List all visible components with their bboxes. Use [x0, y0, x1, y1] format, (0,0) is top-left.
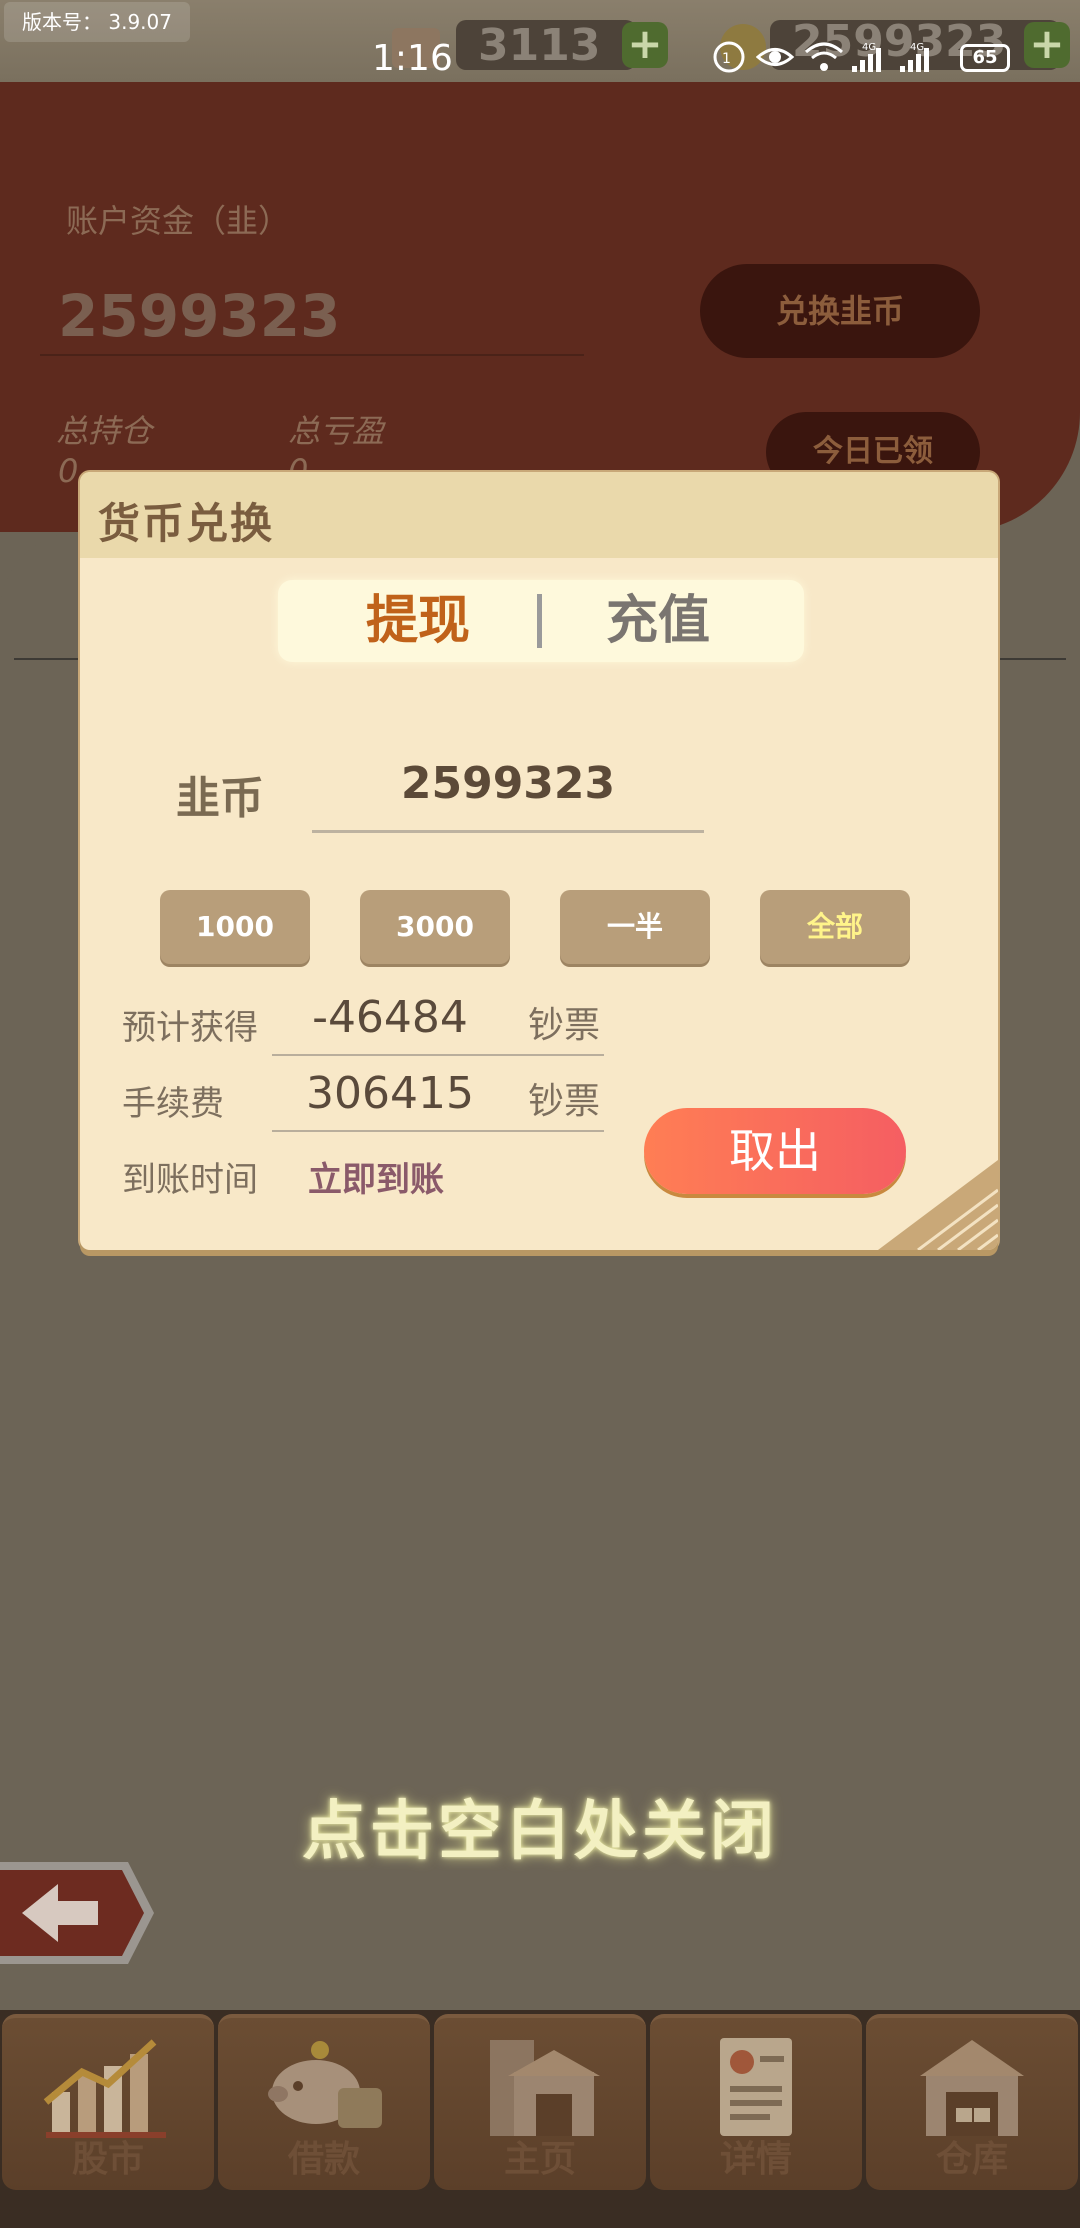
signal-icon-1: 4G — [852, 42, 881, 72]
box-count: 3113 — [478, 20, 601, 71]
warehouse-icon — [920, 2040, 1024, 2136]
nav-label-warehouse: 仓库 — [935, 2139, 1008, 2180]
tab-recharge[interactable]: 充值 — [558, 588, 758, 654]
battery-indicator: 65 — [960, 44, 1010, 72]
expected-gain-underline — [272, 1054, 604, 1056]
back-arrow-button[interactable] — [0, 1858, 156, 1968]
corner-decoration — [878, 1160, 998, 1250]
svg-text:4G: 4G — [910, 42, 924, 53]
screen: 版本号： 3.9.07 3113 + 2599323 + 1:16 1 4G 4… — [0, 0, 1080, 2228]
tab-withdraw[interactable]: 提现 — [318, 588, 518, 654]
svg-text:4G: 4G — [862, 42, 876, 53]
coin-input-underline — [312, 830, 704, 833]
arrival-time-value: 立即到账 — [308, 1160, 444, 1200]
total-holdings-value: 0 — [58, 452, 79, 490]
exchange-coin-button[interactable]: 兑换韭币 — [700, 264, 980, 358]
status-icons: 1 4G 4G 65 — [712, 40, 1052, 80]
expected-gain-value: -46484 — [312, 992, 468, 1043]
piggy-bank-icon — [268, 2041, 382, 2128]
arrival-time-label: 到账时间 — [122, 1160, 258, 1200]
stock-chart-icon — [43, 2039, 166, 2138]
fee-label: 手续费 — [122, 1084, 224, 1124]
coin-amount-input[interactable]: 2599323 — [312, 748, 704, 820]
nav-label-details: 详情 — [719, 2139, 792, 2180]
signal-icon-2: 4G — [900, 42, 929, 72]
dialog-title: 货币兑换 — [98, 499, 275, 548]
balance-underline — [40, 354, 584, 356]
quick-amount-1000-button[interactable]: 1000 — [160, 890, 310, 964]
home-building-icon — [490, 2040, 600, 2136]
version-label: 版本号： 3.9.07 — [4, 2, 190, 42]
tab-divider — [537, 594, 542, 648]
fee-unit: 钞票 — [528, 1081, 601, 1122]
fee-value: 306415 — [306, 1068, 474, 1119]
account-funds-label: 账户资金（韭） — [66, 202, 291, 240]
expected-gain-unit: 钞票 — [528, 1005, 601, 1046]
expected-gain-label: 预计获得 — [122, 1008, 258, 1048]
withdraw-button[interactable]: 取出 — [644, 1108, 906, 1194]
nav-tab-stock[interactable]: 股市 — [2, 2014, 214, 2190]
tab-bar: 提现 充值 — [278, 580, 804, 662]
nav-tab-warehouse[interactable]: 仓库 — [866, 2014, 1078, 2190]
nav-tab-loan[interactable]: 借款 — [218, 2014, 430, 2190]
wifi-icon — [805, 42, 843, 71]
total-holdings-label: 总持仓 — [56, 412, 153, 450]
nav-tab-details[interactable]: 详情 — [650, 2014, 862, 2190]
currency-exchange-dialog: 货币兑换 提现 充值 韭币 2599323 1000 3000 一半 全部 预计… — [80, 472, 998, 1250]
status-time: 1:16 — [372, 38, 453, 79]
profile-document-icon — [720, 2038, 792, 2136]
total-pnl-label: 总亏盈 — [288, 412, 385, 450]
account-balance: 2599323 — [58, 282, 341, 350]
nav-tab-home[interactable]: 主页 — [434, 2014, 646, 2190]
eye-icon — [756, 48, 794, 66]
quick-amount-half-button[interactable]: 一半 — [560, 890, 710, 964]
fee-underline — [272, 1130, 604, 1132]
tap-to-close-hint[interactable]: 点击空白处关闭 — [0, 1780, 1080, 1872]
nav-label-home: 主页 — [503, 2139, 576, 2180]
quick-amount-3000-button[interactable]: 3000 — [360, 890, 510, 964]
data-saver-icon: 1 — [713, 41, 745, 73]
add-boxes-button[interactable]: + — [622, 22, 668, 68]
nav-label-stock: 股市 — [71, 2139, 144, 2180]
nav-label-loan: 借款 — [287, 2139, 360, 2180]
coin-field-label: 韭币 — [176, 773, 264, 824]
quick-amount-all-button[interactable]: 全部 — [760, 890, 910, 964]
svg-text:1: 1 — [722, 51, 731, 67]
